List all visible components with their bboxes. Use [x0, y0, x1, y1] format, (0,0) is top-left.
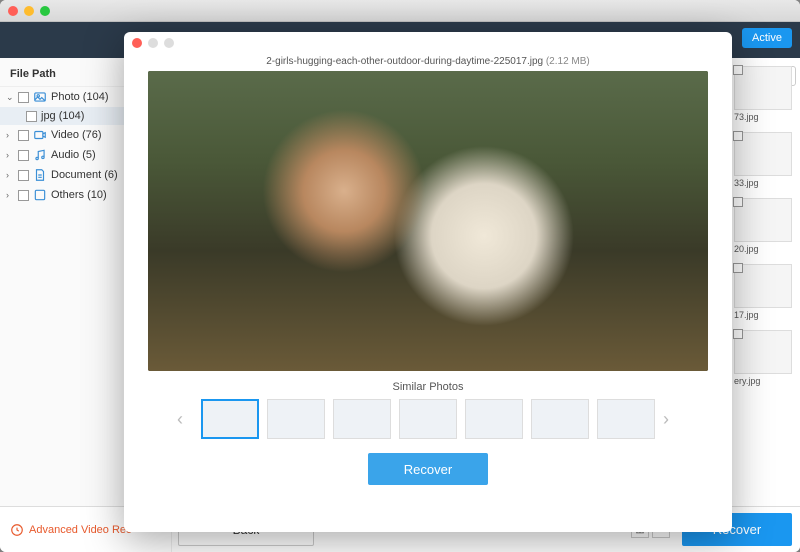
carousel-next-button[interactable]: ›	[663, 409, 679, 430]
others-icon	[33, 188, 47, 202]
thumbnail-column: 73.jpg 33.jpg 20.jpg 17.jpg ery.jpg	[734, 66, 792, 396]
carousel-thumb[interactable]	[201, 399, 259, 439]
thumbnail[interactable]	[734, 132, 792, 176]
modal-traffic-lights	[132, 38, 174, 48]
carousel-prev-button[interactable]: ‹	[177, 409, 193, 430]
photo-icon	[33, 90, 47, 104]
checkbox[interactable]	[26, 111, 37, 122]
checkbox[interactable]	[733, 263, 743, 273]
document-icon	[33, 168, 47, 182]
thumbnail[interactable]	[734, 330, 792, 374]
checkbox[interactable]	[733, 329, 743, 339]
thumbnail[interactable]	[734, 198, 792, 242]
similar-carousel: ‹ ›	[124, 399, 732, 439]
sidebar-item-label: Photo (104)	[51, 91, 108, 103]
active-button[interactable]: Active	[742, 28, 792, 48]
checkbox[interactable]	[18, 170, 29, 181]
chevron-right-icon: ›	[6, 150, 14, 160]
sidebar-item-label: Others (10)	[51, 189, 107, 201]
sidebar-item-label: Audio (5)	[51, 149, 96, 161]
audio-icon	[33, 148, 47, 162]
filename-text: 2-girls-hugging-each-other-outdoor-durin…	[266, 56, 543, 67]
modal-minimize-button[interactable]	[148, 38, 158, 48]
advanced-icon	[10, 523, 24, 537]
carousel-thumb[interactable]	[333, 399, 391, 439]
preview-image	[148, 71, 708, 371]
modal-close-button[interactable]	[132, 38, 142, 48]
minimize-window-button[interactable]	[24, 6, 34, 16]
checkbox[interactable]	[18, 130, 29, 141]
checkbox[interactable]	[18, 190, 29, 201]
thumbnail-label: ery.jpg	[734, 376, 792, 386]
checkbox[interactable]	[18, 92, 29, 103]
preview-filename: 2-girls-hugging-each-other-outdoor-durin…	[124, 54, 732, 71]
checkbox[interactable]	[733, 131, 743, 141]
thumbnail-label: 73.jpg	[734, 112, 792, 122]
carousel-thumb[interactable]	[465, 399, 523, 439]
similar-photos-label: Similar Photos	[124, 381, 732, 393]
thumbnail[interactable]	[734, 66, 792, 110]
chevron-right-icon: ›	[6, 190, 14, 200]
video-icon	[33, 128, 47, 142]
chevron-right-icon: ›	[6, 130, 14, 140]
thumbnail-label: 33.jpg	[734, 178, 792, 188]
chevron-down-icon: ⌄	[6, 92, 14, 103]
filesize-text: (2.12 MB)	[546, 56, 590, 67]
thumbnail-label: 20.jpg	[734, 244, 792, 254]
carousel-thumb[interactable]	[531, 399, 589, 439]
sidebar-item-label: Document (6)	[51, 169, 118, 181]
checkbox[interactable]	[733, 65, 743, 75]
advanced-label: Advanced Video Rec	[29, 524, 132, 536]
preview-modal: 2-girls-hugging-each-other-outdoor-durin…	[124, 32, 732, 532]
carousel-thumb[interactable]	[267, 399, 325, 439]
window-titlebar	[0, 0, 800, 22]
traffic-lights	[8, 6, 50, 16]
carousel-thumb[interactable]	[399, 399, 457, 439]
thumbnail[interactable]	[734, 264, 792, 308]
checkbox[interactable]	[18, 150, 29, 161]
sidebar-item-label: Video (76)	[51, 129, 102, 141]
sidebar-item-label: jpg (104)	[41, 110, 84, 122]
thumbnail-label: 17.jpg	[734, 310, 792, 320]
modal-titlebar	[124, 32, 732, 54]
close-window-button[interactable]	[8, 6, 18, 16]
modal-recover-button[interactable]: Recover	[368, 453, 488, 485]
modal-maximize-button[interactable]	[164, 38, 174, 48]
checkbox[interactable]	[733, 197, 743, 207]
carousel-thumb[interactable]	[597, 399, 655, 439]
maximize-window-button[interactable]	[40, 6, 50, 16]
chevron-right-icon: ›	[6, 170, 14, 180]
